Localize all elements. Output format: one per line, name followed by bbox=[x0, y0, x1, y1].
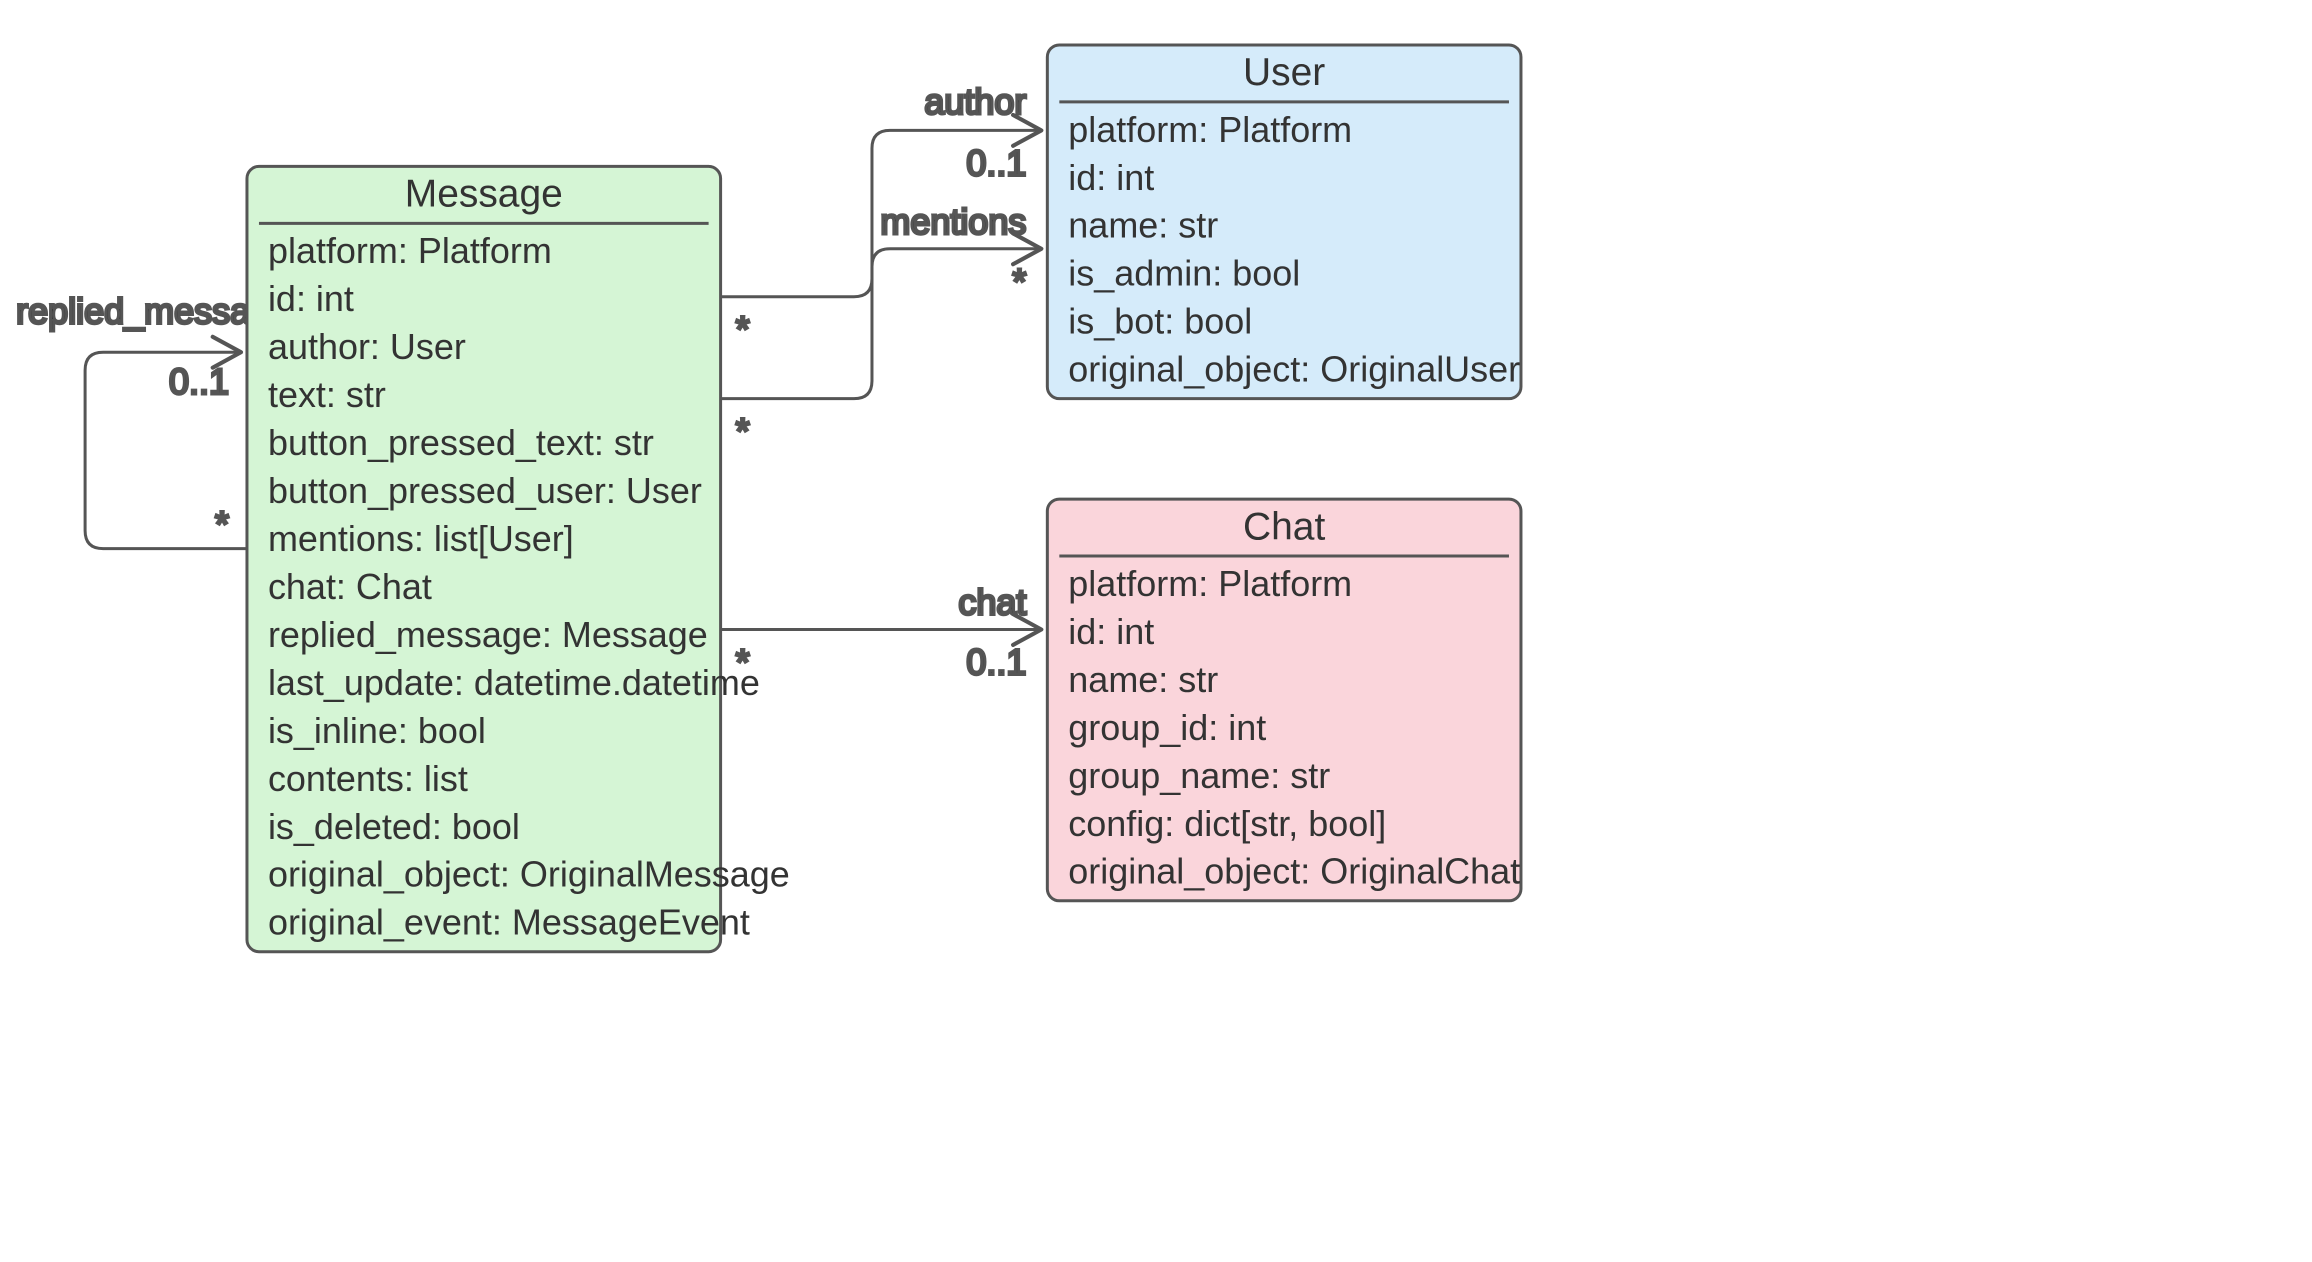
class-attr: platform: Platform bbox=[1068, 109, 1352, 150]
edge-multiplicity-src: * bbox=[736, 309, 750, 350]
class-attr: chat: Chat bbox=[268, 566, 432, 607]
class-attr: is_admin: bool bbox=[1068, 253, 1300, 294]
class-attr: is_deleted: bool bbox=[268, 806, 520, 847]
class-box-user: User platform: Platform id: int name: st… bbox=[1047, 45, 1521, 399]
class-title: User bbox=[1243, 51, 1325, 94]
edge-multiplicity-dst: 0..1 bbox=[966, 641, 1026, 682]
edge-label: mentions bbox=[880, 201, 1026, 242]
class-attr: group_name: str bbox=[1068, 755, 1330, 796]
class-attr: mentions: list[User] bbox=[268, 518, 574, 559]
edge-multiplicity-src: * bbox=[215, 504, 229, 545]
class-attr: name: str bbox=[1068, 205, 1218, 246]
class-attr: last_update: datetime.datetime bbox=[268, 662, 760, 703]
class-box-chat: Chat platform: Platform id: int name: st… bbox=[1047, 499, 1521, 901]
class-title: Message bbox=[405, 173, 563, 216]
class-attr: is_bot: bool bbox=[1068, 301, 1252, 342]
class-attr: id: int bbox=[268, 278, 354, 319]
class-attr: id: int bbox=[1068, 611, 1154, 652]
class-attr: original_event: MessageEvent bbox=[268, 902, 750, 943]
class-attr: original_object: OriginalUser bbox=[1068, 349, 1520, 390]
class-attr: button_pressed_text: str bbox=[268, 422, 654, 463]
class-attr: text: str bbox=[268, 374, 386, 415]
class-attr: original_object: OriginalChat bbox=[1068, 851, 1520, 892]
edge-label: chat bbox=[958, 582, 1026, 623]
class-attr: author: User bbox=[268, 326, 466, 367]
edge-label: author bbox=[924, 81, 1026, 122]
class-attr: platform: Platform bbox=[1068, 563, 1352, 604]
class-attr: id: int bbox=[1068, 157, 1154, 198]
class-attr: platform: Platform bbox=[268, 230, 552, 271]
class-attr: replied_message: Message bbox=[268, 614, 708, 655]
class-box-message: Message platform: Platform id: int autho… bbox=[247, 166, 790, 951]
class-attr: contents: list bbox=[268, 758, 468, 799]
class-attr: is_inline: bool bbox=[268, 710, 486, 751]
edge-multiplicity-dst: 0..1 bbox=[169, 361, 229, 402]
class-attr: name: str bbox=[1068, 659, 1218, 700]
edge-multiplicity-dst: 0..1 bbox=[966, 142, 1026, 183]
class-attr: config: dict[str, bool] bbox=[1068, 803, 1386, 844]
class-attr: group_id: int bbox=[1068, 707, 1266, 748]
class-attr: original_object: OriginalMessage bbox=[268, 854, 790, 895]
uml-diagram: replied_message 0..1 * author 0..1 * men… bbox=[0, 0, 2312, 1262]
edge-multiplicity-dst: * bbox=[1012, 261, 1026, 302]
class-title: Chat bbox=[1243, 505, 1325, 548]
edge-chat: chat 0..1 * bbox=[721, 582, 1042, 683]
edge-mentions: mentions * * bbox=[721, 201, 1042, 452]
class-attr: button_pressed_user: User bbox=[268, 470, 702, 511]
edge-multiplicity-src: * bbox=[736, 411, 750, 452]
